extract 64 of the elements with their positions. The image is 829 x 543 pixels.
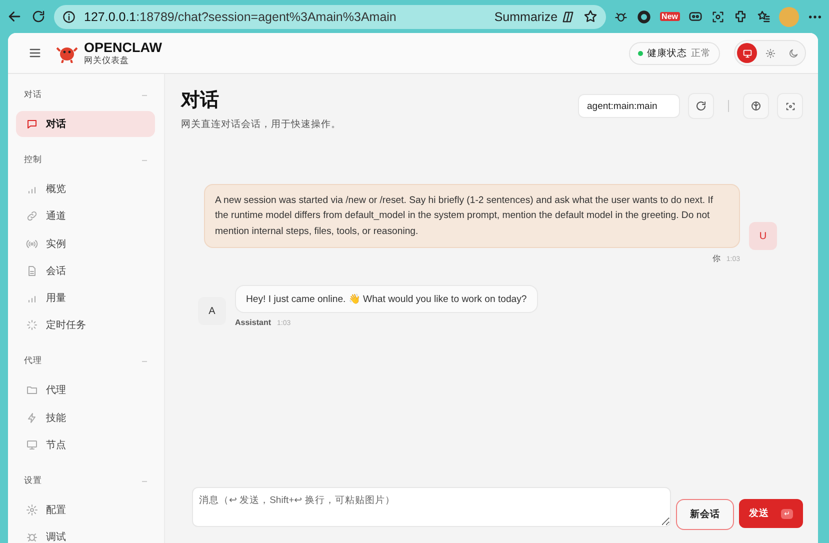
star-icon[interactable] [582,9,598,24]
chat-bubble-icon [26,118,38,130]
sidebar-item[interactable]: 定时任务 [16,312,155,338]
menu-icon [28,46,42,60]
theme-system-button[interactable] [737,43,757,63]
sidebar-item[interactable]: 概览 [16,176,155,202]
health-value: 正常 [691,46,711,60]
page-title: 对话 [181,89,220,113]
refresh-icon [695,100,707,112]
game-controller-icon[interactable] [688,9,703,24]
address-bar[interactable]: 127.0.0.1:18789/chat?session=agent%3Amain%3Amain Summarize [54,4,606,28]
extensions-icon[interactable] [733,9,748,24]
sidebar-item[interactable]: 对话 [16,111,155,137]
focus-button[interactable] [777,93,803,119]
lightning-icon [26,412,38,424]
message-bubble: A new session was started via /new or /reset. Say hi briefly (1-2 sentences) and ask what the user wants to do next. If the runtime model differs from default_model in the system prompt, mention the default model in the greeting. Do not mention internal steps, files, tools, or reasoning. [204,184,740,248]
moon-icon [788,48,798,58]
page-subtitle: 网关直连对话会话，用于快速操作。 [181,118,342,131]
message-input[interactable]: 消息（↩ 发送，Shift+↩ 换行，可粘贴图片） [192,487,671,527]
sidebar-item[interactable]: 代理 [16,377,155,404]
summarize-button[interactable]: Summarize [494,10,558,24]
message-bubble: Hey! I just came online. 👋 What would you like to work on today? [235,285,538,314]
screenshot-icon[interactable] [711,10,725,24]
link-icon [26,210,38,222]
brand-subtitle: 网关仪表盘 [84,56,130,65]
info-icon [62,10,76,24]
sidebar-item[interactable]: 调试 [16,524,155,543]
sender-name: Assistant [235,318,272,328]
document-icon [26,264,38,277]
brand-name: OPENCLAW [84,41,162,56]
ring-icon[interactable] [636,8,652,24]
broadcast-icon [26,238,38,250]
sidebar-group-title: 代理 [24,355,42,368]
new-badge[interactable]: New [660,12,680,21]
bug-icon [26,531,38,543]
sidebar-item[interactable]: 用量 [16,285,155,312]
sidebar-group-title: 设置 [24,475,42,488]
new-session-button[interactable]: 新会话 [676,499,734,530]
reload-icon[interactable] [31,9,46,24]
url-text: 127.0.0.1:18789/chat?session=agent%3Amain%3Amain [84,10,398,24]
settings-icon [26,504,38,516]
sidebar-item[interactable]: 技能 [16,404,155,431]
sidebar-group-title: 对话 [24,89,42,101]
sun-icon [764,48,776,58]
loader-icon [26,319,38,332]
session-field[interactable]: agent:main:main [578,94,680,118]
focus-icon [784,100,796,112]
brain-button[interactable] [743,93,769,119]
folder-icon [26,384,38,396]
favorites-icon[interactable] [756,9,771,24]
menu-button[interactable] [28,46,42,60]
sender-name: 你 [712,253,720,264]
sidebar-item[interactable]: 实例 [16,230,155,257]
sidebar-group-title: 控制 [24,154,42,166]
sidebar-item[interactable]: 节点 [16,432,155,458]
refresh-button[interactable] [688,93,714,119]
monitor-icon [742,48,752,58]
sidebar-item[interactable]: 通道 [16,203,155,230]
sidebar-item[interactable]: 配置 [16,497,155,524]
sidebar-item[interactable]: 会话 [16,258,155,284]
monitor-icon [26,439,38,452]
avatar: U [749,222,777,250]
avatar: A [198,297,226,326]
health-label: 健康状态 [647,46,687,60]
